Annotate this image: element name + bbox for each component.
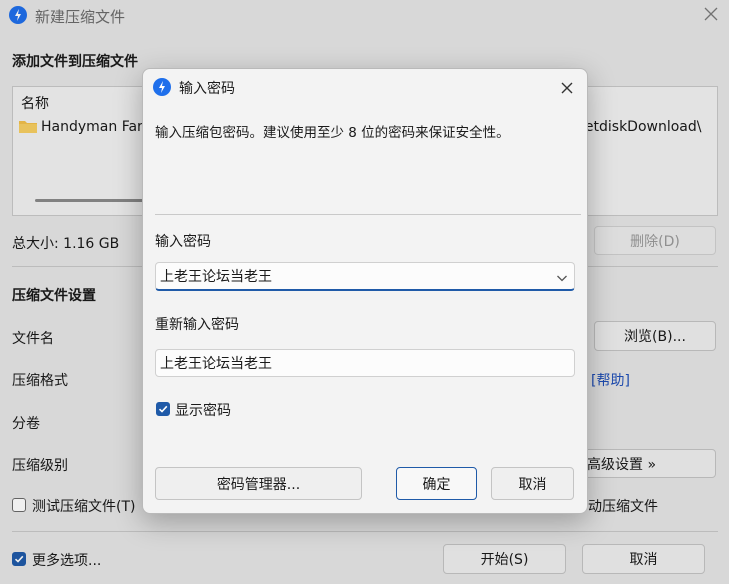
dialog-close-icon[interactable] [556,77,578,99]
password-dialog: 输入密码 输入压缩包密码。建议使用至少 8 位的密码来保证安全性。 输入密码 上… [142,68,588,514]
reenter-label: 重新输入密码 [155,317,239,333]
dialog-title: 输入密码 [179,81,235,97]
reenter-value: 上老王论坛当老王 [160,356,272,372]
dialog-description: 输入压缩包密码。建议使用至少 8 位的密码来保证安全性。 [155,125,510,141]
password-value: 上老王论坛当老王 [160,269,272,285]
ok-button[interactable]: 确定 [396,467,477,500]
dialog-titlebar: 输入密码 [143,69,587,107]
dialog-divider [155,214,581,215]
password-input[interactable]: 上老王论坛当老王 [155,262,575,291]
reenter-password-input[interactable]: 上老王论坛当老王 [155,349,575,377]
password-manager-button[interactable]: 密码管理器... [155,467,362,500]
show-password-checkbox[interactable] [156,402,170,416]
show-password-label: 显示密码 [175,403,231,419]
chevron-down-icon[interactable] [556,271,568,282]
password-label: 输入密码 [155,234,211,250]
dialog-app-icon [153,78,171,96]
dialog-cancel-button[interactable]: 取消 [491,467,574,500]
